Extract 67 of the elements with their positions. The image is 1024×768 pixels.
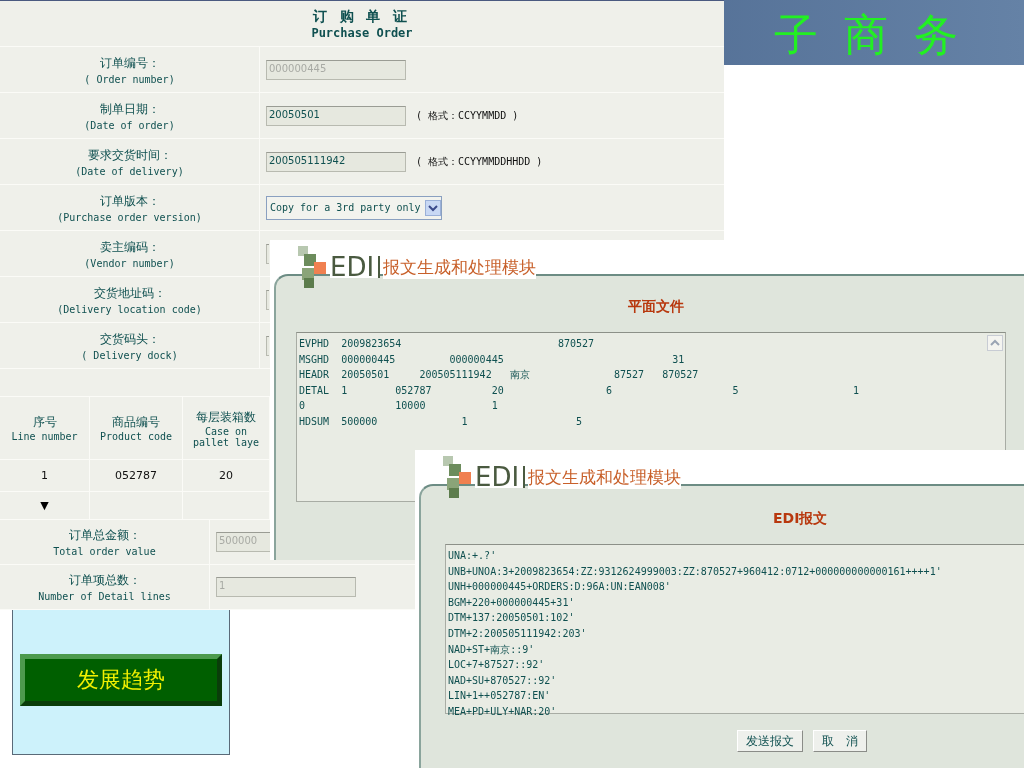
message-line: LOC+7+87527::92' [448,658,545,673]
field-label: 制单日期： [99,100,160,118]
field-label-en: ( Order number) [84,73,175,85]
message-line: LIN+1++052787:EN' [448,689,551,704]
message-line: DETAL 1 052787 20 6 5 1 [299,383,859,398]
version-dropdown[interactable]: Copy for a 3rd party only [266,195,442,220]
table-cell: 052787 [115,469,157,482]
format-hint: ( 格式：CCYYMMDDHHDD ) [416,154,543,169]
field-label: 订单版本： [99,192,160,210]
logo-text: EDI [475,466,526,488]
message-line: 0 10000 1 [299,399,498,414]
message-line: UNA:+.?' [448,549,497,563]
module-title: 报文生成和处理模块 [383,255,537,279]
field-label: 卖主编码： [99,238,160,256]
column-header: 每层装箱数 [196,408,256,426]
field-label-en: Number of Detail lines [38,591,171,602]
column-header-en: Product code [99,431,173,442]
column-header: 商品编号 [112,414,160,431]
expand-marker[interactable]: ▼ [40,499,49,512]
message-line: DTM+137:20050501:102' [448,611,575,626]
field-label-en: (Vendor number) [84,257,175,269]
field-label-en: (Date of delivery) [75,165,184,177]
input-field[interactable] [266,289,269,310]
field-label: 要求交货时间： [87,146,172,164]
column-header-en: Case on pallet laye [192,425,260,448]
message-line: BGM+220+000000445+31' [448,595,575,610]
message-text-area[interactable] [445,544,1024,714]
table-cell: 20 [219,469,233,482]
message-line: MEA+PD+ULY+NAR:20' [448,704,557,719]
field-label: 订单项总数： [68,572,141,589]
input-field[interactable]: 20050501 [266,105,406,126]
dialog-button[interactable]: 取 消 [813,730,867,752]
field-label-en: ( Delivery dock) [81,349,178,361]
message-line: DTM+2:200505111942:203' [448,626,587,641]
message-line: HEADR 20050501 200505111942 南京 87527 870527 [299,368,699,383]
form-subtitle: Purchase Order [311,25,413,40]
form-title: 订 购 单 证 [312,7,412,26]
panel-title: 平面文件 [628,298,684,316]
module-title: 报文生成和处理模块 [528,465,682,489]
field-label: 订单总金额： [68,527,141,544]
column-header-en: Line number [11,431,78,442]
field-label-en: Total order value [53,546,156,557]
message-line: UNH+000000445+ORDERS:D:96A:UN:EAN008' [448,580,671,595]
input-field[interactable]: 200505111942 [266,151,406,172]
trend-button[interactable]: 发展趋势 [20,653,222,706]
format-hint: ( 格式：CCYYMMDD ) [416,108,519,123]
message-line: HDSUM 500000 1 5 [299,414,582,429]
field-label: 订单编号： [99,54,160,72]
input-field[interactable] [266,243,269,264]
field-label-en: (Purchase order version) [57,211,202,223]
panel-title: EDI报文 [773,510,828,528]
table-cell: 1 [41,469,48,482]
dialog-button[interactable]: 发送报文 [737,730,803,752]
logo-text: EDI [330,256,381,278]
message-line: NAD+SU+870527::92' [448,673,557,688]
scroll-up-icon[interactable] [987,335,1003,351]
column-header: 序号 [32,414,57,431]
field-label: 交货码头： [99,330,160,348]
message-line: NAD+ST+南京::9' [448,642,535,657]
field-label-en: (Delivery location code) [57,303,202,315]
message-line: UNB+UNOA:3+2009823654:ZZ:9312624999003:ZZ:870527+960412:0712+000000000000161++++1' [448,564,942,579]
input-field[interactable] [266,335,269,356]
message-line: MSGHD 000000445 000000445 31 [299,352,685,367]
message-line: EVPHD 2009823654 870527 [299,337,594,351]
field-label-en: (Date of order) [84,119,175,131]
banner-title: 子 商 务 [774,8,964,62]
field-label: 交货地址码： [93,284,166,302]
